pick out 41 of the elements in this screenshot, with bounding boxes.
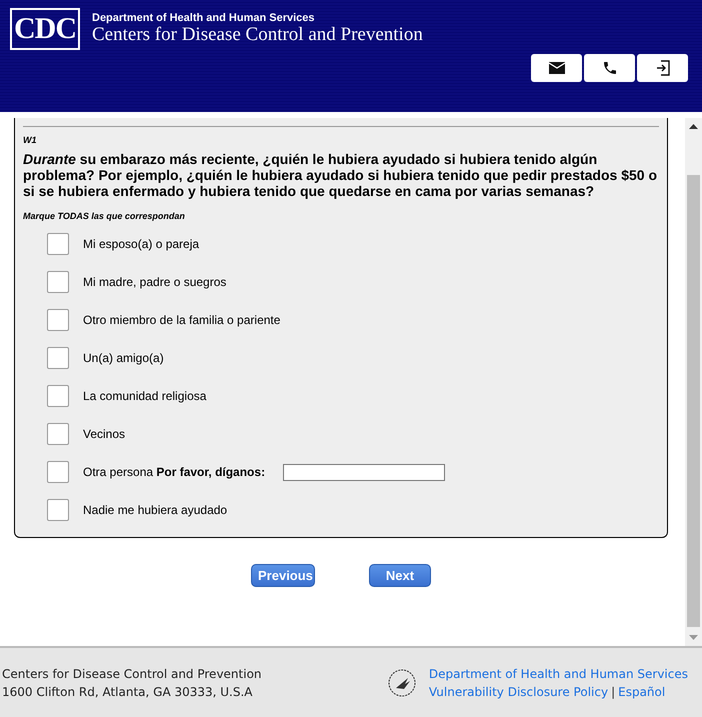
option-label: Nadie me hubiera ayudado	[83, 503, 228, 517]
checkbox[interactable]	[47, 309, 69, 331]
footer-address: 1600 Clifton Rd, Atlanta, GA 30333, U.S.A	[2, 684, 254, 698]
eagle-emblem-icon	[386, 668, 417, 698]
question-code: W1	[23, 135, 38, 145]
option-label: La comunidad religiosa	[83, 389, 206, 403]
spanish-link[interactable]: Español	[618, 684, 666, 698]
link-separator: |	[611, 684, 616, 698]
phone-icon	[602, 60, 618, 76]
instruction-text: Marque TODAS las que correspondan	[23, 211, 186, 221]
input-field[interactable]	[283, 464, 446, 480]
department-name: Department of Health and Human Services	[92, 12, 316, 24]
exit-icon	[654, 60, 670, 76]
scroll-up-icon	[689, 124, 698, 129]
checkbox[interactable]	[47, 271, 69, 293]
checkbox[interactable]	[47, 499, 69, 521]
checkbox[interactable]	[47, 423, 69, 445]
question-text: Durante su embarazo más reciente, ¿quién le hubiera ayudado si hubiera tenido algún problema? Por ejemplo, ¿quién le hubiera ayudado si hubiera tenido que pedir prestados $50 o si se hubiera enfermado y hubiera tenido que quedarse en cama por varias semanas?	[23, 151, 658, 199]
option-label: Otro miembro de la familia o pariente	[83, 313, 280, 327]
disclosure-link[interactable]: Vulnerability Disclosure Policy	[428, 684, 608, 698]
footer-agency: Centers for Disease Control and Prevention	[2, 666, 262, 680]
checkbox[interactable]	[47, 385, 69, 407]
option-label: Mi madre, padre o suegros	[83, 275, 226, 289]
previous-button[interactable]: Previous	[251, 564, 315, 587]
mail-icon	[548, 62, 564, 74]
option-label: Otra persona Por favor, díganos:	[83, 465, 266, 479]
scroll-down-icon	[689, 635, 698, 640]
checkbox[interactable]	[47, 233, 69, 255]
cdc-logo: CDC	[10, 8, 80, 50]
email-button[interactable]	[531, 54, 582, 82]
phone-button[interactable]	[584, 54, 635, 82]
option-label: Un(a) amigo(a)	[83, 351, 164, 365]
hhs-link[interactable]: Department of Health and Human Services	[428, 666, 688, 680]
agency-name: Centers for Disease Control and Prevention	[92, 24, 423, 46]
next-button[interactable]: Next	[369, 564, 431, 587]
scrollbar[interactable]	[685, 118, 702, 646]
checkbox[interactable]	[47, 461, 69, 483]
checkbox[interactable]	[47, 347, 69, 369]
option-label: Mi esposo(a) o pareja	[83, 237, 200, 251]
option-label: Vecinos	[83, 427, 126, 441]
exit-button[interactable]	[637, 54, 688, 82]
